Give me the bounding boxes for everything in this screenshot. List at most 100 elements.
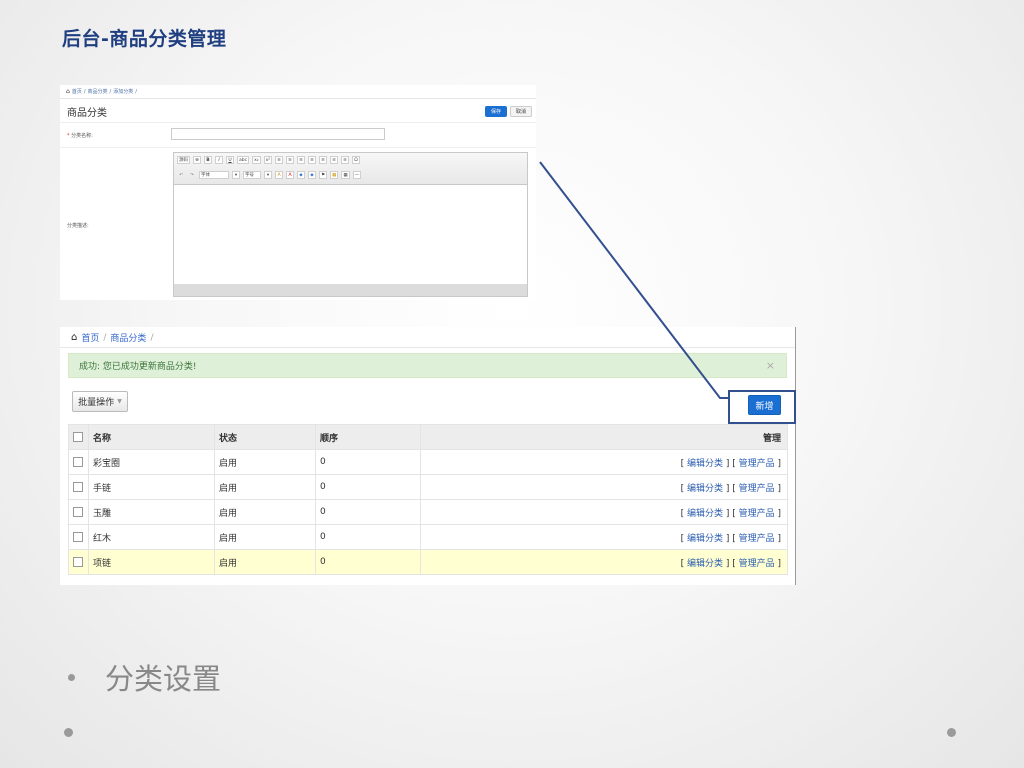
editor-redo-icon[interactable]: ↷	[188, 171, 196, 179]
editor-undo-icon[interactable]: ↶	[177, 171, 185, 179]
editor-link-icon[interactable]: ⊕	[193, 156, 201, 164]
slide-title: 后台-商品分类管理	[62, 28, 227, 50]
editor-underline-button[interactable]: U	[226, 156, 234, 164]
header-order[interactable]: 顺序	[315, 424, 421, 450]
manage-products-link[interactable]: 管理产品	[739, 534, 775, 544]
category-order: 0	[315, 474, 421, 500]
category-status: 启用	[214, 524, 316, 550]
category-name: 玉雕	[88, 499, 215, 525]
category-order: 0	[315, 499, 421, 525]
editor-toolbar: 源码 ⊕ B I U abc x₂ x² ≡ ≡ ≡ ≡ ≡ ≡ ≡ Ω ↶ ↷…	[174, 153, 527, 185]
editor-resize-bar[interactable]	[174, 284, 527, 296]
header-status[interactable]: 状态	[214, 424, 316, 450]
page-title: 商品分类	[67, 108, 107, 119]
row-checkbox[interactable]	[73, 481, 83, 492]
breadcrumb-categories[interactable]: 商品分类	[110, 331, 146, 344]
category-list-screenshot: ⌂ 首页 / 商品分类 / 成功: 您已成功更新商品分类! × 批量操作 ▼ 新…	[60, 327, 796, 585]
bullet-icon	[68, 673, 75, 681]
row-checkbox[interactable]	[73, 456, 83, 467]
manage-products-link[interactable]: 管理产品	[739, 559, 775, 569]
edit-category-link[interactable]: 编辑分类	[687, 459, 723, 469]
category-status: 启用	[214, 474, 316, 500]
save-button[interactable]: 保存	[485, 106, 507, 117]
cancel-button[interactable]: 取消	[510, 106, 532, 117]
editor-strike-button[interactable]: abc	[237, 156, 250, 164]
table-row: 红木 启用 0 [ 编辑分类 ] [ 管理产品 ]	[68, 524, 788, 550]
batch-actions-dropdown[interactable]: 批量操作 ▼	[72, 391, 128, 412]
category-status: 启用	[214, 499, 316, 525]
select-all-checkbox[interactable]	[73, 431, 83, 442]
home-icon[interactable]: ⌂	[71, 332, 77, 343]
editor-bg-color-icon[interactable]: A	[286, 171, 294, 179]
editor-source-button[interactable]: 源码	[177, 156, 190, 164]
breadcrumb: ⌂ 首页 / 商品分类 / 添加分类 /	[66, 88, 137, 95]
add-category-button[interactable]: 新增	[748, 395, 781, 415]
table-row: 玉雕 启用 0 [ 编辑分类 ] [ 管理产品 ]	[68, 499, 788, 525]
category-status: 启用	[214, 449, 316, 475]
bullet-item: 分类设置	[68, 656, 221, 698]
chevron-down-icon: ▼	[117, 398, 122, 405]
editor-flash-icon[interactable]: ◆	[308, 171, 316, 179]
editor-indent-icon[interactable]: ≡	[308, 156, 317, 164]
row-checkbox[interactable]	[73, 531, 83, 542]
category-name: 红木	[88, 524, 215, 550]
breadcrumb-categories[interactable]: 商品分类	[88, 88, 108, 95]
rich-text-editor[interactable]: 源码 ⊕ B I U abc x₂ x² ≡ ≡ ≡ ≡ ≡ ≡ ≡ Ω ↶ ↷…	[173, 152, 528, 297]
row-checkbox[interactable]	[73, 556, 83, 567]
required-marker: *	[67, 133, 70, 139]
editor-align-left-icon[interactable]: ≡	[319, 156, 328, 164]
category-name-input[interactable]	[171, 128, 385, 140]
breadcrumb-home[interactable]: 首页	[72, 88, 82, 95]
category-name: 项链	[88, 549, 215, 575]
breadcrumb-home[interactable]: 首页	[81, 331, 99, 344]
corner-dot-right	[947, 728, 956, 737]
editor-ordered-list-icon[interactable]: ≡	[275, 156, 284, 164]
header-manage: 管理	[420, 424, 788, 450]
edit-category-link[interactable]: 编辑分类	[687, 559, 723, 569]
editor-font-dropdown-icon[interactable]: ▾	[232, 171, 240, 179]
add-category-screenshot: ⌂ 首页 / 商品分类 / 添加分类 / 商品分类 保存 取消 * 分类名称: 分类描…	[60, 85, 536, 300]
close-icon[interactable]: ×	[766, 359, 775, 372]
table-header-row: 名称 状态 顺序 管理	[68, 424, 788, 450]
editor-table-icon[interactable]: ▦	[330, 171, 339, 179]
manage-products-link[interactable]: 管理产品	[739, 509, 775, 519]
breadcrumb-add: 添加分类	[113, 89, 134, 95]
editor-flag-icon[interactable]: ⚑	[319, 171, 328, 179]
alert-message: 成功: 您已成功更新商品分类!	[79, 362, 197, 372]
bullet-text: 分类设置	[105, 662, 222, 696]
editor-superscript-button[interactable]: x²	[263, 156, 273, 164]
category-order: 0	[315, 524, 421, 550]
breadcrumb: ⌂ 首页 / 商品分类 /	[71, 331, 154, 344]
category-table: 名称 状态 顺序 管理 彩宝圈 启用 0 [ 编辑分类 ] [ 管理产品 ] 手…	[68, 424, 788, 575]
editor-unordered-list-icon[interactable]: ≡	[286, 156, 295, 164]
category-name: 手链	[88, 474, 215, 500]
success-alert: 成功: 您已成功更新商品分类! ×	[68, 353, 787, 378]
editor-italic-button[interactable]: I	[215, 156, 223, 164]
editor-special-char-icon[interactable]: Ω	[352, 156, 361, 164]
edit-category-link[interactable]: 编辑分类	[687, 534, 723, 544]
edit-category-link[interactable]: 编辑分类	[687, 509, 723, 519]
editor-align-center-icon[interactable]: ≡	[330, 156, 339, 164]
category-name: 彩宝圈	[88, 449, 215, 475]
editor-bold-button[interactable]: B	[204, 156, 212, 164]
editor-size-dropdown-icon[interactable]: ▾	[264, 171, 272, 179]
editor-font-select[interactable]: 字体	[199, 171, 229, 179]
editor-table2-icon[interactable]: ▦	[341, 171, 350, 179]
corner-dot-left	[64, 728, 73, 737]
header-name[interactable]: 名称	[88, 424, 215, 450]
row-checkbox[interactable]	[73, 506, 83, 517]
editor-subscript-button[interactable]: x₂	[252, 156, 261, 164]
category-desc-label: 分类描述:	[67, 223, 89, 229]
editor-text-color-icon[interactable]: A	[275, 171, 283, 179]
edit-category-link[interactable]: 编辑分类	[687, 484, 723, 494]
manage-products-link[interactable]: 管理产品	[739, 484, 775, 494]
editor-outdent-icon[interactable]: ≡	[297, 156, 306, 164]
editor-align-right-icon[interactable]: ≡	[341, 156, 350, 164]
editor-image-icon[interactable]: ◆	[297, 171, 305, 179]
table-row: 项链 启用 0 [ 编辑分类 ] [ 管理产品 ]	[68, 549, 788, 575]
editor-size-select[interactable]: 字号	[243, 171, 261, 179]
manage-products-link[interactable]: 管理产品	[739, 459, 775, 469]
editor-hr-icon[interactable]: —	[352, 171, 362, 179]
home-icon[interactable]: ⌂	[66, 88, 70, 95]
category-order: 0	[315, 549, 421, 575]
